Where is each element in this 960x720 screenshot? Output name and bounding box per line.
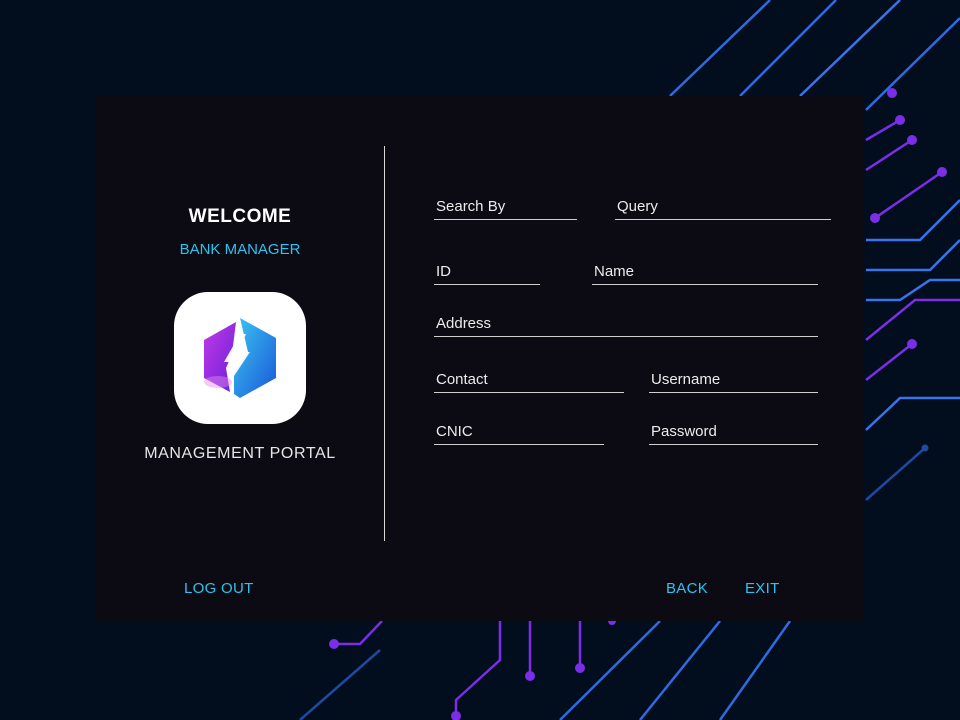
address-field[interactable] [434, 310, 818, 337]
app-logo [174, 292, 306, 424]
cnic-input[interactable] [434, 418, 604, 444]
contact-input[interactable] [434, 366, 624, 392]
username-field[interactable] [649, 366, 818, 393]
login-panel: WELCOME BANK MANAGER MANAGEMENT PORTAL S… [96, 96, 864, 621]
exit-button[interactable]: EXIT [745, 580, 780, 597]
name-input[interactable] [592, 258, 818, 284]
id-input[interactable] [434, 258, 540, 284]
username-input[interactable] [649, 366, 818, 392]
logout-button[interactable]: LOG OUT [184, 580, 254, 597]
welcome-title: WELCOME [188, 206, 292, 227]
search-by-field[interactable] [434, 193, 577, 220]
search-by-input[interactable] [434, 193, 577, 219]
cnic-field[interactable] [434, 418, 604, 445]
id-field[interactable] [434, 258, 540, 285]
password-input[interactable] [649, 418, 818, 444]
contact-field[interactable] [434, 366, 624, 393]
portal-label: MANAGEMENT PORTAL [144, 445, 336, 462]
bolt-hexagon-app-icon [204, 318, 276, 398]
query-field[interactable] [615, 193, 831, 220]
back-button[interactable]: BACK [666, 580, 708, 597]
vertical-divider [384, 146, 385, 541]
role-label: BANK MANAGER [179, 241, 301, 258]
password-field[interactable] [649, 418, 818, 445]
name-field[interactable] [592, 258, 818, 285]
query-input[interactable] [615, 193, 831, 219]
address-input[interactable] [434, 310, 818, 336]
